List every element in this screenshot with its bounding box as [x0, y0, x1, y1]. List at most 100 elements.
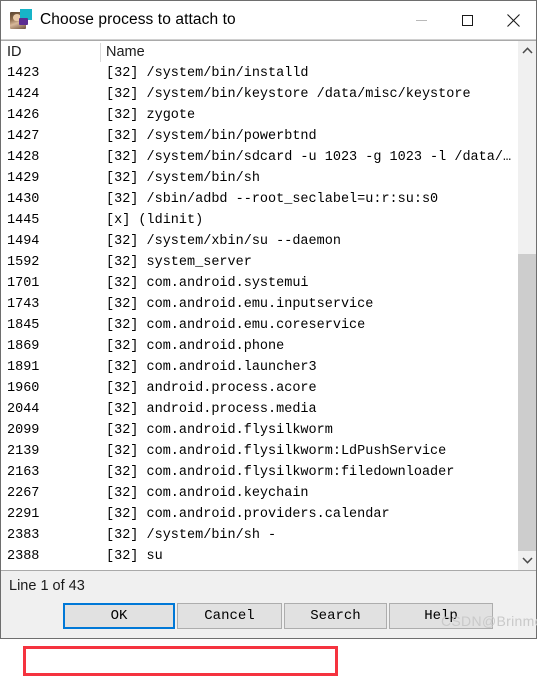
table-row[interactable]: 1845 [32] com.android.emu.coreservice: [1, 315, 517, 336]
watermark-site: CSDN: [441, 613, 482, 629]
table-row[interactable]: 1429 [32] /system/bin/sh: [1, 168, 517, 189]
table-row[interactable]: 2044 [32] android.process.media: [1, 399, 517, 420]
cancel-button[interactable]: Cancel: [177, 603, 282, 629]
cell-process-id: 2044: [7, 402, 40, 417]
scroll-down-button[interactable]: [518, 551, 536, 570]
cell-process-id: 1424: [7, 87, 40, 102]
ok-button[interactable]: OK: [63, 603, 175, 629]
cell-process-name: [32] com.android.emu.inputservice: [106, 297, 374, 312]
cell-process-name: [x] (ldinit): [106, 213, 204, 228]
cell-process-id: 1426: [7, 108, 40, 123]
close-icon: [506, 13, 520, 27]
cell-process-id: 1845: [7, 318, 40, 333]
cell-process-name: [32] com.android.emu.coreservice: [106, 318, 366, 333]
cell-process-name: [32] com.android.keychain: [106, 486, 309, 501]
titlebar[interactable]: Choose process to attach to: [1, 1, 536, 40]
cell-process-id: 1494: [7, 234, 40, 249]
status-bar: Line 1 of 43: [1, 571, 536, 600]
column-header-name[interactable]: Name: [100, 44, 145, 60]
caption-button-group: [398, 1, 536, 39]
cell-process-name: [32] com.android.systemui: [106, 276, 309, 291]
cell-process-id: 2291: [7, 507, 40, 522]
table-row[interactable]: 2389[32] su: [1, 567, 517, 570]
table-row[interactable]: 1424 [32] /system/bin/keystore /data/misc…: [1, 84, 517, 105]
watermark-user: @Brinmon: [482, 613, 537, 629]
table-row[interactable]: 2267 [32] com.android.keychain: [1, 483, 517, 504]
cell-process-name: [32] /system/xbin/su --daemon: [106, 234, 341, 249]
cell-process-name: [32] system_server: [106, 255, 252, 270]
scrollbar-track[interactable]: [518, 60, 536, 551]
cell-process-id: 2383: [7, 528, 40, 543]
table-row[interactable]: 1743 [32] com.android.emu.inputservice: [1, 294, 517, 315]
table-row[interactable]: 1891 [32] com.android.launcher3: [1, 357, 517, 378]
cell-process-name: [32] com.android.phone: [106, 339, 285, 354]
process-row-list: 1423 [32] /system/bin/installd 1424 [32] /s…: [1, 63, 517, 570]
cell-process-name: [32] /system/bin/sdcard -u 1023 -g 1023 …: [106, 150, 512, 165]
table-row[interactable]: 1427 [32] /system/bin/powerbtnd: [1, 126, 517, 147]
table-row[interactable]: 2383 [32] /system/bin/sh -: [1, 525, 517, 546]
column-divider[interactable]: [100, 43, 101, 62]
scroll-up-button[interactable]: [518, 41, 536, 60]
cell-process-name: [32] android.process.media: [106, 402, 317, 417]
minimize-button[interactable]: [398, 1, 444, 39]
annotation-tick: [23, 646, 26, 676]
cell-process-id: 1423: [7, 66, 40, 81]
cell-process-id: 2099: [7, 423, 40, 438]
maximize-icon: [461, 14, 473, 26]
table-row[interactable]: 1426 [32] zygote: [1, 105, 517, 126]
table-row[interactable]: 1494 [32] /system/xbin/su --daemon: [1, 231, 517, 252]
status-text: Line 1 of 43: [9, 577, 85, 594]
cell-process-name: [32] /system/bin/installd: [106, 66, 309, 81]
window-title: Choose process to attach to: [40, 11, 236, 28]
annotation-rectangle: [23, 646, 338, 676]
cell-process-name: [32] com.android.providers.calendar: [106, 507, 390, 522]
table-row[interactable]: 1592 [32] system_server: [1, 252, 517, 273]
table-row[interactable]: 1428 [32] /system/bin/sdcard -u 1023 -g 1…: [1, 147, 517, 168]
cell-process-name: [32] /sbin/adbd --root_seclabel=u:r:su:s…: [106, 192, 439, 207]
cell-process-id: 1428: [7, 150, 40, 165]
list-header: ID Name: [1, 41, 517, 63]
choose-process-dialog: Choose process to attach to ID Name 1423…: [0, 0, 537, 676]
table-row[interactable]: 2139 [32] com.android.flysilkworm:LdPushS…: [1, 441, 517, 462]
cell-process-name: [32] android.process.acore: [106, 381, 317, 396]
cell-process-name: [32] /system/bin/sh: [106, 171, 260, 186]
app-photo-icon: [10, 9, 32, 31]
cell-process-id: 1743: [7, 297, 40, 312]
cell-process-name: [32] com.android.flysilkworm:LdPushServi…: [106, 444, 447, 459]
cell-process-name: [32] su: [106, 549, 163, 564]
table-row[interactable]: 1423 [32] /system/bin/installd: [1, 63, 517, 84]
close-button[interactable]: [490, 1, 536, 39]
cell-process-id: 1960: [7, 381, 40, 396]
cell-process-id: 1430: [7, 192, 40, 207]
table-row[interactable]: 1960 [32] android.process.acore: [1, 378, 517, 399]
table-row[interactable]: 1430 [32] /sbin/adbd --root_seclabel=u:r:…: [1, 189, 517, 210]
cell-process-id: 2388: [7, 549, 40, 564]
scrollbar-thumb[interactable]: [518, 254, 536, 551]
cell-process-id: 1427: [7, 129, 40, 144]
table-row[interactable]: 2388 [32] su: [1, 546, 517, 567]
dialog-button-bar: OK Cancel Search Help CSDN @Brinmon: [1, 600, 537, 638]
minimize-icon: [415, 19, 427, 21]
cell-process-id: 2267: [7, 486, 40, 501]
cell-process-id: 1445: [7, 213, 40, 228]
cell-process-name: [32] /system/bin/keystore /data/misc/key…: [106, 87, 471, 102]
table-row[interactable]: 1701 [32] com.android.systemui: [1, 273, 517, 294]
cell-process-name: [32] com.android.flysilkworm: [106, 423, 333, 438]
chevron-up-icon: [522, 47, 533, 54]
table-row[interactable]: 1445 [x] (ldinit): [1, 210, 517, 231]
cell-process-id: 1869: [7, 339, 40, 354]
process-list-viewport: ID Name 1423 [32] /system/bin/installd 142…: [1, 41, 517, 570]
table-row[interactable]: 2163 [32] com.android.flysilkworm:filedow…: [1, 462, 517, 483]
cell-process-id: 2139: [7, 444, 40, 459]
process-list[interactable]: ID Name 1423 [32] /system/bin/installd 142…: [1, 40, 536, 571]
table-row[interactable]: 2099 [32] com.android.flysilkworm: [1, 420, 517, 441]
cell-process-name: [32] com.android.flysilkworm:filedownloa…: [106, 465, 455, 480]
column-header-id[interactable]: ID: [1, 44, 100, 60]
table-row[interactable]: 1869 [32] com.android.phone: [1, 336, 517, 357]
search-button[interactable]: Search: [284, 603, 387, 629]
vertical-scrollbar[interactable]: [517, 41, 536, 570]
maximize-button[interactable]: [444, 1, 490, 39]
chevron-down-icon: [522, 557, 533, 564]
cell-process-name: [32] com.android.launcher3: [106, 360, 317, 375]
table-row[interactable]: 2291 [32] com.android.providers.calendar: [1, 504, 517, 525]
